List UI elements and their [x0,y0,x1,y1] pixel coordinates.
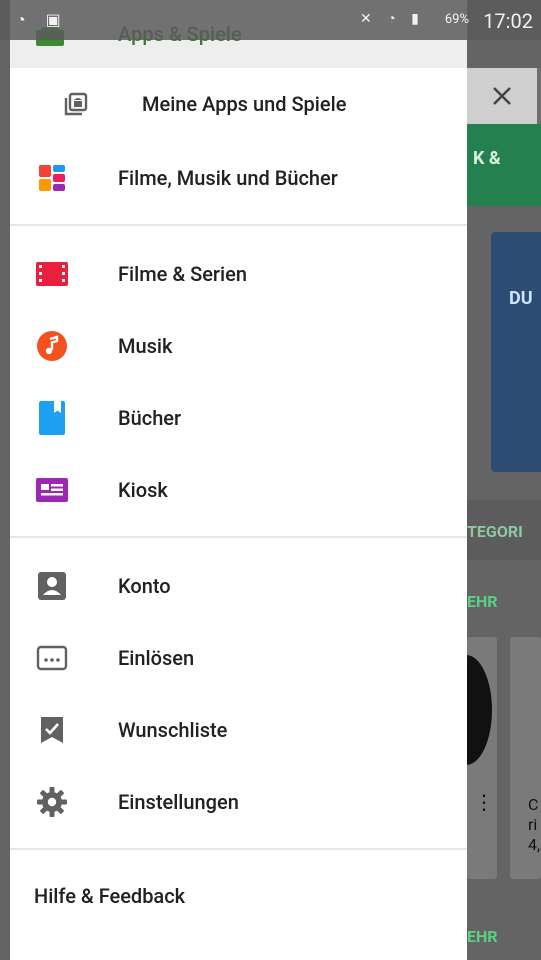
drawer-item-music[interactable]: Musik [10,310,467,382]
drawer-item-label: Einlösen [118,646,195,670]
status-bar: ◔ ▣ ✕ ◔ ▮ 69% 17:02 [0,0,541,40]
drawer-item-settings[interactable]: Einstellungen [10,766,467,838]
drawer-divider [10,536,467,538]
movies-icon [34,256,70,292]
navigation-drawer: Apps & Spiele Meine Apps und Spiele Film… [10,0,467,960]
drawer-item-label: Bücher [118,406,182,430]
notification-icons: ◔ ▣ [16,10,69,29]
background-more-link: EHR [467,592,498,611]
drawer-item-kiosk[interactable]: Kiosk [10,454,467,526]
background-categories-text: TEGORI [467,522,523,541]
drawer-item-account[interactable]: Konto [10,550,467,622]
redeem-icon [34,640,70,676]
drawer-item-entertainment[interactable]: Filme, Musik und Bücher [10,142,467,214]
background-card-text: DU [509,288,533,309]
drawer-item-label: Wunschliste [118,718,228,742]
newsstand-icon [34,472,70,508]
drawer-divider [10,848,467,850]
drawer-item-label: Musik [118,334,173,358]
battery-percentage: 69% [444,12,469,27]
entertainment-icon [34,160,70,196]
drawer-item-label: Filme, Musik und Bücher [118,166,338,190]
close-icon [493,87,511,105]
signal-icons: ✕ ◔ ▮ [360,11,425,27]
drawer-divider [10,224,467,226]
background-card-caption: C ri 4, [528,795,541,854]
account-icon [34,568,70,604]
background-more-link: EHR [467,927,498,946]
drawer-item-wishlist[interactable]: Wunschliste [10,694,467,766]
background-more-menu-icon: ⋮ [474,790,494,814]
help-feedback-link[interactable]: Hilfe & Feedback [34,884,185,908]
drawer-item-books[interactable]: Bücher [10,382,467,454]
drawer-item-label: Filme & Serien [118,262,247,286]
background-tab-text: K & [473,148,501,169]
drawer-item-label: Meine Apps und Spiele [142,92,347,116]
background-feature-card: DU [491,232,541,472]
settings-icon [34,784,70,820]
my-apps-icon [58,86,94,122]
wishlist-icon [34,712,70,748]
drawer-item-movies[interactable]: Filme & Serien [10,238,467,310]
drawer-item-label: Konto [118,574,171,598]
music-icon [34,328,70,364]
drawer-item-redeem[interactable]: Einlösen [10,622,467,694]
drawer-item-my-apps[interactable]: Meine Apps und Spiele [10,68,467,140]
drawer-item-label: Einstellungen [118,790,239,814]
close-search-button[interactable] [467,68,537,124]
books-icon [34,400,70,436]
clock: 17:02 [483,9,533,33]
background-tabbar: K & [467,124,541,206]
drawer-item-label: Kiosk [118,478,168,502]
